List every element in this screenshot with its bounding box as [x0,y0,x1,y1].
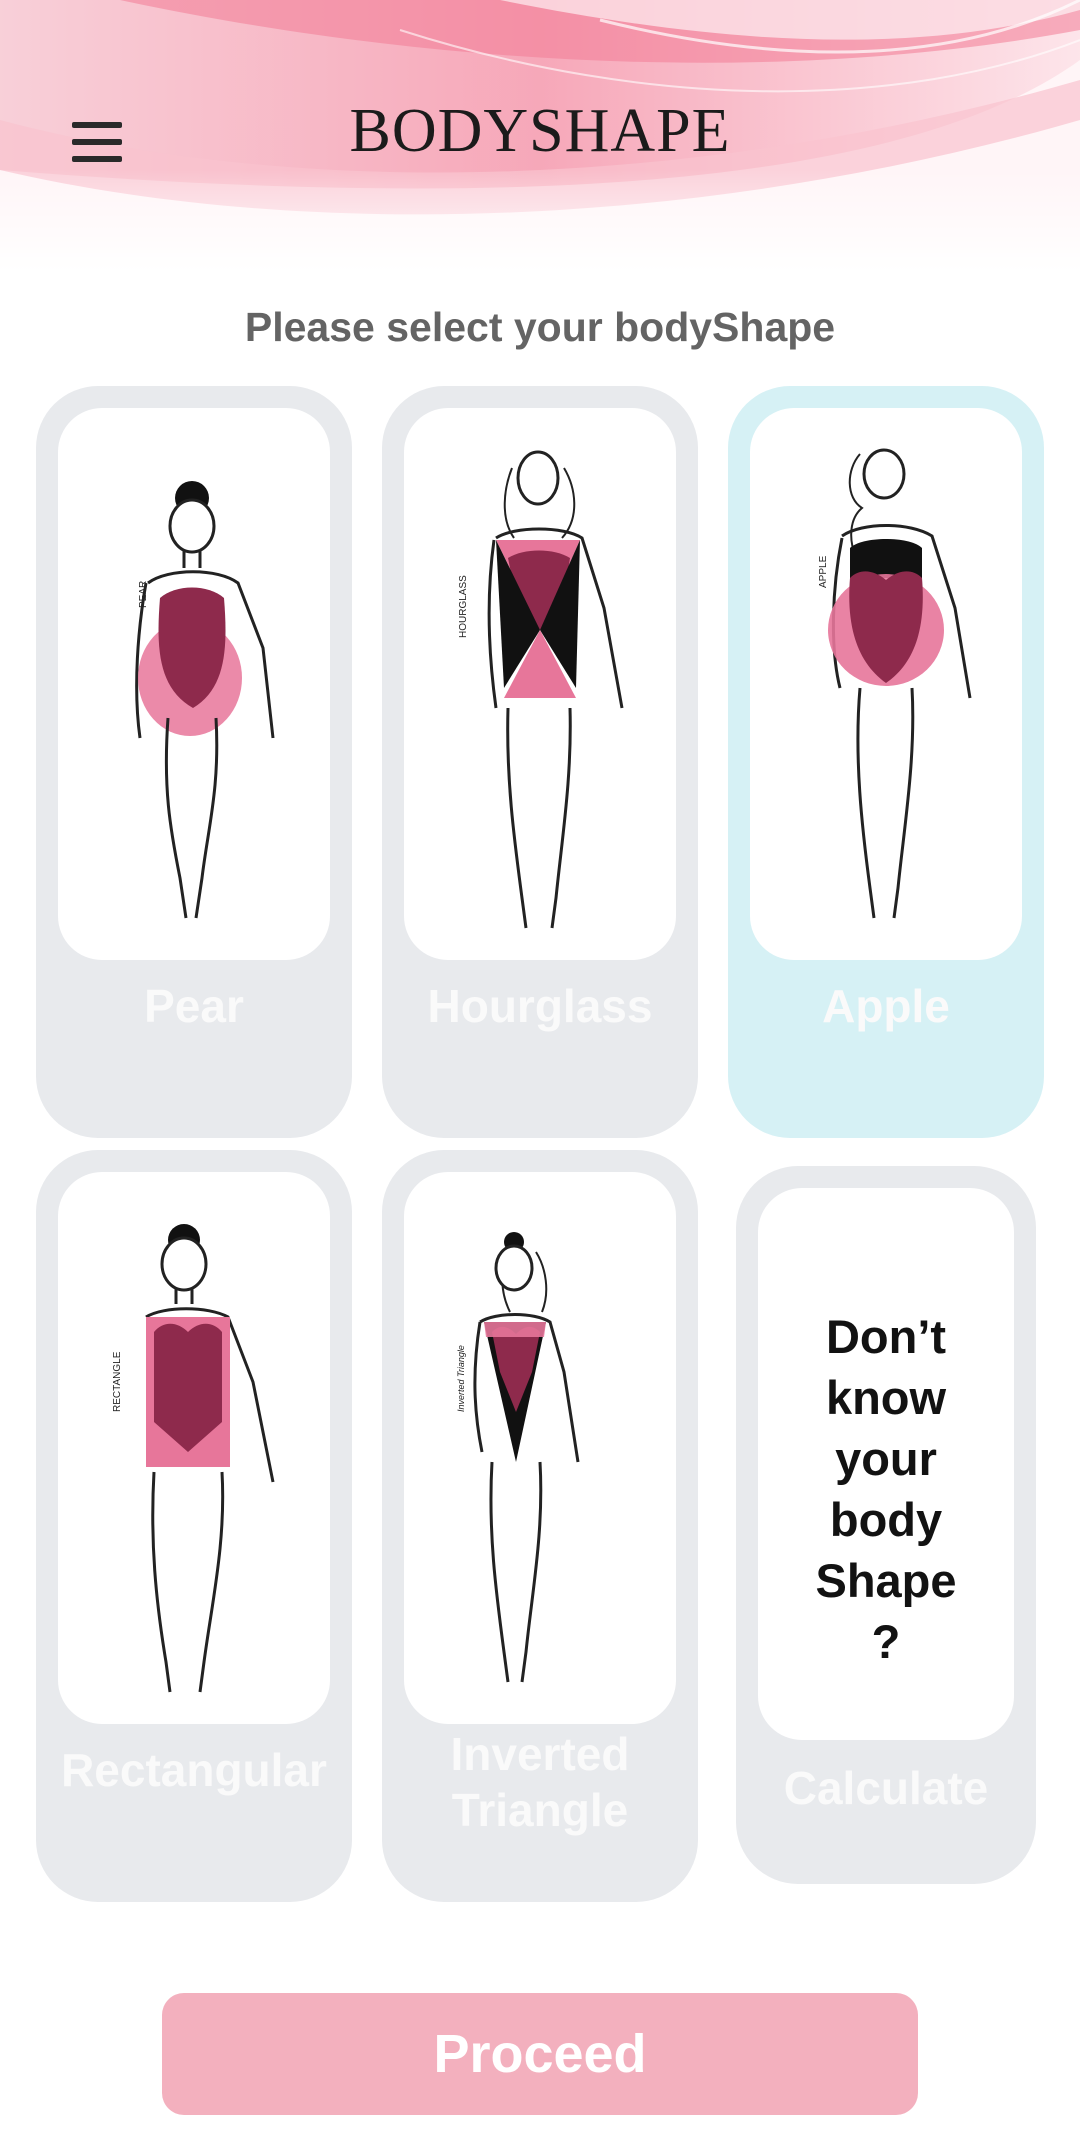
unknown-shape-line: body [829,1493,943,1546]
shape-card-pear[interactable]: PEAR Pear [36,386,352,1138]
inverted-triangle-figure-icon: Inverted Triangle [456,1232,580,1683]
shape-label-line: Hourglass [427,980,653,1032]
unknown-shape-line: Don’t [825,1310,947,1363]
proceed-button[interactable]: Proceed [162,1993,918,2115]
unknown-shape-line: Shape [815,1554,957,1607]
shape-card-rectangular[interactable]: RECTANGLE Rectangular [36,1150,352,1902]
shape-image-frame: PEAR [58,408,330,960]
shape-card-inverted-triangle[interactable]: Inverted Triangle Inverted Triangle [382,1150,698,1902]
app-title: BODYSHAPE [349,97,731,165]
inverted-triangle-side-label: Inverted Triangle [456,1345,466,1412]
shape-label-line: Inverted [450,1728,630,1780]
unknown-shape-line: your [835,1432,937,1485]
unknown-shape-line: know [825,1371,947,1424]
shape-label-line: Pear [144,980,244,1032]
unknown-shape-line: ? [871,1615,901,1668]
shape-image-frame: HOURGLASS [404,408,676,960]
shape-card-hourglass[interactable]: HOURGLASS Hourglass [382,386,698,1138]
calculate-text-frame: Don’t know your body Shape ? [758,1188,1014,1740]
shape-label-rectangular: Rectangular [36,1742,352,1798]
app-header: BODYSHAPE [0,0,1080,272]
shape-label-line: Rectangular [61,1744,327,1796]
shape-label-inverted-triangle: Inverted Triangle [382,1726,698,1838]
unknown-shape-text: Don’t know your body Shape ? [758,1306,1014,1672]
page-prompt: Please select your bodyShape [244,304,836,350]
shape-label-apple: Apple [728,978,1044,1034]
shape-image-frame: APPLE [750,408,1022,960]
rectangular-figure-icon: RECTANGLE [112,1224,275,1693]
shape-image-frame: Inverted Triangle [404,1172,676,1724]
calculate-label: Calculate [783,1762,989,1814]
pear-figure-icon: PEAR [135,481,275,919]
hourglass-side-label: HOURGLASS [458,575,469,638]
shape-label-line: Triangle [451,1784,629,1836]
apple-side-label: APPLE [818,555,829,588]
hourglass-figure-icon: HOURGLASS [458,450,624,929]
pear-side-label: PEAR [138,581,149,608]
shape-label-line: Apple [822,980,950,1032]
shape-image-frame: RECTANGLE [58,1172,330,1724]
apple-figure-icon: APPLE [818,448,972,919]
calculate-card[interactable]: Don’t know your body Shape ? Calculate [736,1166,1036,1884]
rectangle-side-label: RECTANGLE [112,1351,123,1412]
shape-label-pear: Pear [36,978,352,1034]
shape-card-apple[interactable]: APPLE Apple [728,386,1044,1138]
shape-label-hourglass: Hourglass [382,978,698,1034]
